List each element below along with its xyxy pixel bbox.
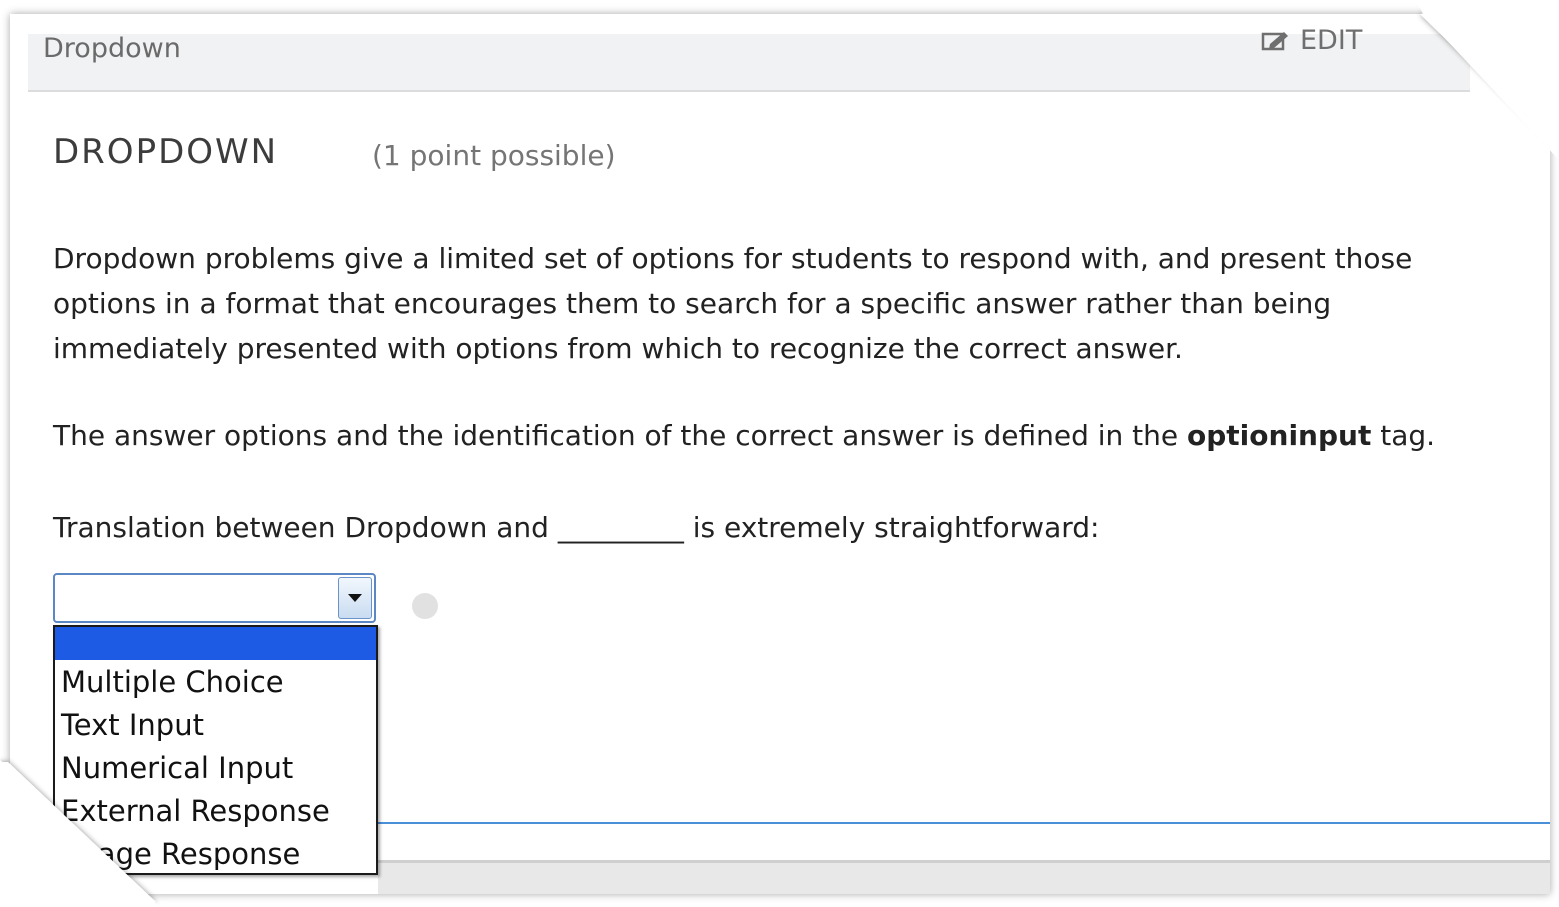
- dropdown-option[interactable]: Multiple Choice: [55, 661, 376, 704]
- edit-button[interactable]: EDIT: [1260, 26, 1362, 56]
- optioninput-text-after: tag.: [1371, 419, 1436, 452]
- problem-description: Dropdown problems give a limited set of …: [53, 242, 1413, 365]
- chevron-down-icon: [348, 594, 362, 602]
- dropdown-toggle-button[interactable]: [338, 577, 372, 619]
- dropdown-option-blank[interactable]: [55, 627, 376, 660]
- answer-dropdown[interactable]: [53, 573, 376, 623]
- dropdown-option[interactable]: Numerical Input: [55, 747, 376, 790]
- edit-label: EDIT: [1300, 25, 1363, 56]
- optioninput-text-before: The answer options and the identificatio…: [53, 419, 1188, 452]
- divider-line: [378, 822, 1550, 824]
- edit-icon: [1260, 29, 1292, 53]
- optioninput-description: The answer options and the identificatio…: [53, 413, 1523, 458]
- points-possible: (1 point possible): [372, 139, 616, 172]
- component-header: Dropdown EDIT: [28, 26, 1470, 92]
- screenshot-stage: Dropdown EDIT DROPDOWN (1 point possible…: [0, 0, 1559, 907]
- footer-bar: [378, 860, 1550, 894]
- component-title: Dropdown: [43, 33, 181, 64]
- dropdown-option[interactable]: Text Input: [55, 704, 376, 747]
- question-text: Translation between Dropdown and _______…: [53, 511, 1100, 544]
- status-dot-icon: [412, 593, 438, 619]
- dropdown-option-list: Multiple Choice Text Input Numerical Inp…: [53, 625, 378, 875]
- dropdown-option[interactable]: External Response: [55, 790, 376, 833]
- optioninput-tag-name: optioninput: [1187, 419, 1372, 452]
- problem-heading: DROPDOWN: [53, 132, 279, 172]
- dropdown-option[interactable]: Image Response: [55, 833, 376, 876]
